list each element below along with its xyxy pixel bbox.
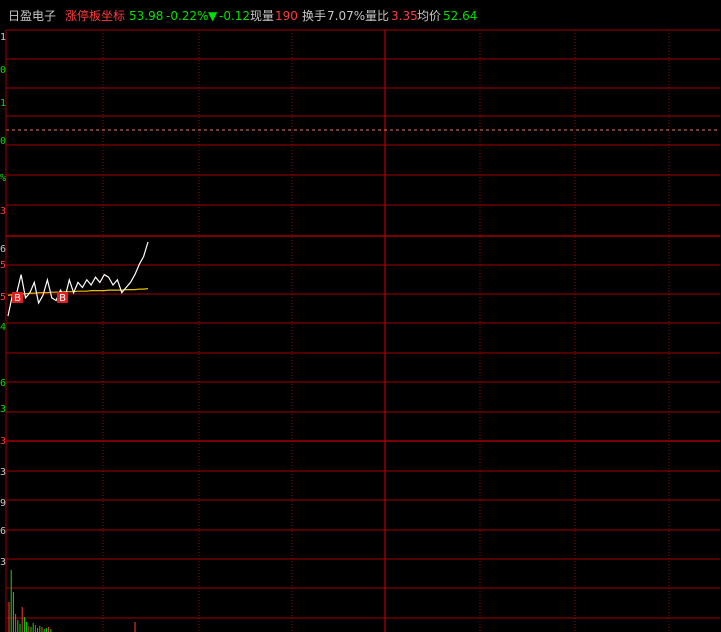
axis-label-fragment: 5 — [0, 292, 6, 303]
axis-label-fragment: 1 — [0, 32, 6, 43]
axis-label-fragment: % — [0, 173, 6, 184]
axis-label-fragment: 4 — [0, 322, 6, 333]
buy-marker-label: B — [14, 293, 21, 304]
axis-label-fragment: 6 — [0, 244, 6, 255]
axis-label-fragment: 3 — [0, 557, 6, 568]
axis-label-fragment: 3 — [0, 467, 6, 478]
axis-label-fragment: 5 — [0, 260, 6, 271]
axis-label-fragment: 0 — [0, 136, 6, 147]
price-line — [7, 241, 149, 317]
axis-label-fragment: 1 — [0, 98, 6, 109]
axis-label-fragment: 3 — [0, 404, 6, 415]
axis-label-fragment: 6 — [0, 526, 6, 537]
axis-label-fragment: 3 — [0, 206, 6, 217]
axis-label-fragment: 6 — [0, 378, 6, 389]
axis-label-fragment: 9 — [0, 498, 6, 509]
axis-label-fragment: 0 — [0, 65, 6, 76]
buy-marker-label: B — [59, 293, 66, 304]
axis-label-fragment: 3 — [0, 436, 6, 447]
intraday-chart[interactable]: 1 0 1 0% 3 6 5 5 4 6 3 3 3 9 6 3 B B — [0, 0, 721, 632]
